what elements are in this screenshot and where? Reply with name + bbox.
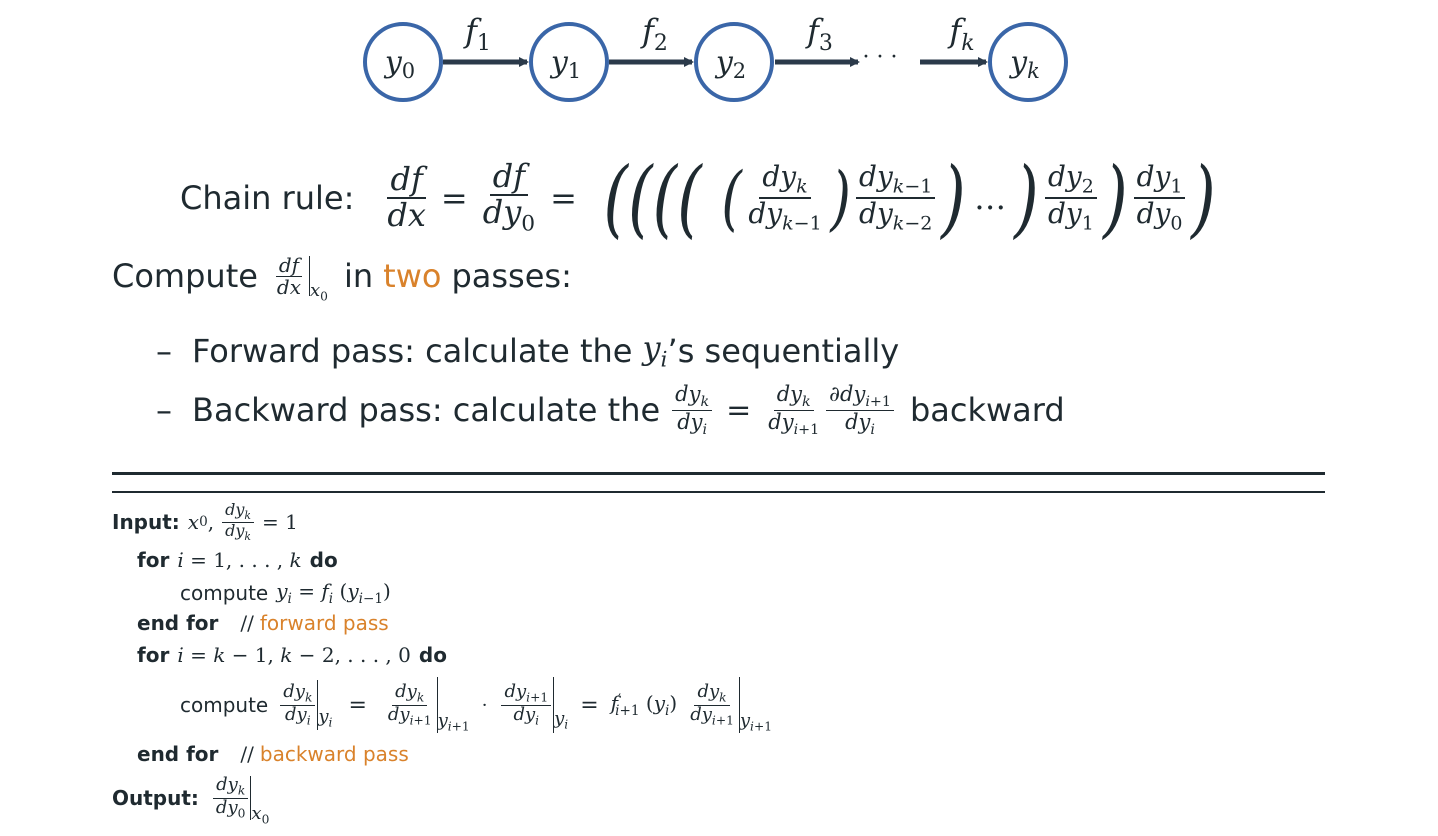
bullet-dash: – — [156, 391, 172, 429]
compute-highlight: two — [383, 257, 442, 295]
bullet-backward-text: Backward pass: calculate the — [192, 391, 661, 429]
bullet-forward-text: Forward pass: calculate the — [192, 332, 633, 370]
compute-keyword: compute — [180, 693, 269, 717]
compute-backward-formula: dyk dyi yi = dyk dyi+1 yi+1 · dyi+1 dyi yi … — [278, 677, 772, 733]
edge-label-f2: f2 — [640, 12, 668, 56]
chain-rule-equation: Chain rule: df dx = df dy0 = (((( ( dyk dyk… — [180, 150, 1220, 246]
algorithm-for-backward: for i = k − 1, k − 2, . . . , 0 do — [137, 640, 447, 670]
algorithm-for-forward: for i = 1, . . . , k do — [137, 545, 338, 575]
compute-keyword: compute — [180, 581, 269, 605]
end-for-keyword: end for — [137, 742, 219, 766]
algorithm-second-rule — [112, 491, 1325, 493]
edge-label-f3: f3 — [805, 12, 833, 56]
bullet-forward-var: yi — [642, 329, 668, 373]
forward-comment: forward pass — [259, 611, 389, 635]
algorithm-end-for-forward: end for // forward pass — [137, 608, 389, 638]
algorithm-compute-backward: compute dyk dyi yi = dyk dyi+1 yi+1 · dyi+… — [180, 670, 772, 740]
for-keyword: for — [137, 548, 170, 572]
compute-forward-formula: yi = fi (yi−1) — [276, 579, 391, 607]
compute-prefix: Compute — [112, 257, 258, 295]
algorithm-input-line: Input: x0, dyk dyk = 1 — [112, 500, 304, 543]
bullet-dash: – — [156, 332, 172, 370]
bullet-backward-after: backward — [909, 391, 1065, 429]
chain-rule-formula: df dx = df dy0 = (((( ( dyk dyk−1 ) dyk−1 dy… — [387, 149, 1217, 247]
backward-comment: backward pass — [259, 742, 409, 766]
compute-mid: in — [343, 257, 374, 295]
comment-slashes: // — [240, 742, 254, 766]
algorithm-end-for-backward: end for // backward pass — [137, 739, 409, 769]
for-keyword: for — [137, 643, 170, 667]
for-backward-range: i = k − 1, k − 2, . . . , 0 — [177, 643, 411, 667]
input-label: Input: — [112, 510, 180, 534]
computation-chain-diagram: f1 f2 f3 fk· · ·y0 y1 y2 yk — [363, 12, 1068, 102]
end-for-keyword: end for — [137, 611, 219, 635]
for-forward-range: i = 1, . . . , k — [177, 548, 302, 572]
bullet-backward: – Backward pass: calculate the dyk dyi = … — [156, 380, 1065, 440]
bullet-backward-formula: dyk dyi = dyk dyi+1 ∂dyi+1 dyi — [670, 383, 896, 438]
chain-ellipsis: · · · — [863, 45, 898, 70]
output-label: Output: — [112, 786, 199, 810]
edge-label-fk: fk — [947, 12, 974, 56]
bullet-forward-after: ’s sequentially — [667, 332, 900, 370]
compute-suffix: passes: — [451, 257, 572, 295]
do-keyword: do — [418, 643, 447, 667]
chain-rule-label: Chain rule: — [180, 179, 355, 217]
bullet-forward: – Forward pass: calculate the yi ’s sequ… — [156, 328, 899, 374]
comment-slashes: // — [240, 611, 254, 635]
input-values: x0, dyk dyk = 1 — [187, 500, 298, 543]
edge-label-f1: f1 — [463, 12, 491, 56]
do-keyword: do — [309, 548, 338, 572]
algorithm-compute-forward: compute yi = fi (yi−1) — [180, 576, 391, 610]
compute-derivative: df dx x0 — [275, 252, 328, 304]
algorithm-top-rule — [112, 472, 1325, 475]
compute-line: Compute df dx x0 in two passes: — [112, 244, 572, 308]
algorithm-output-line: Output: dyk dy0 x0 — [112, 768, 269, 828]
output-formula: dyk dy0 x0 — [211, 775, 269, 826]
